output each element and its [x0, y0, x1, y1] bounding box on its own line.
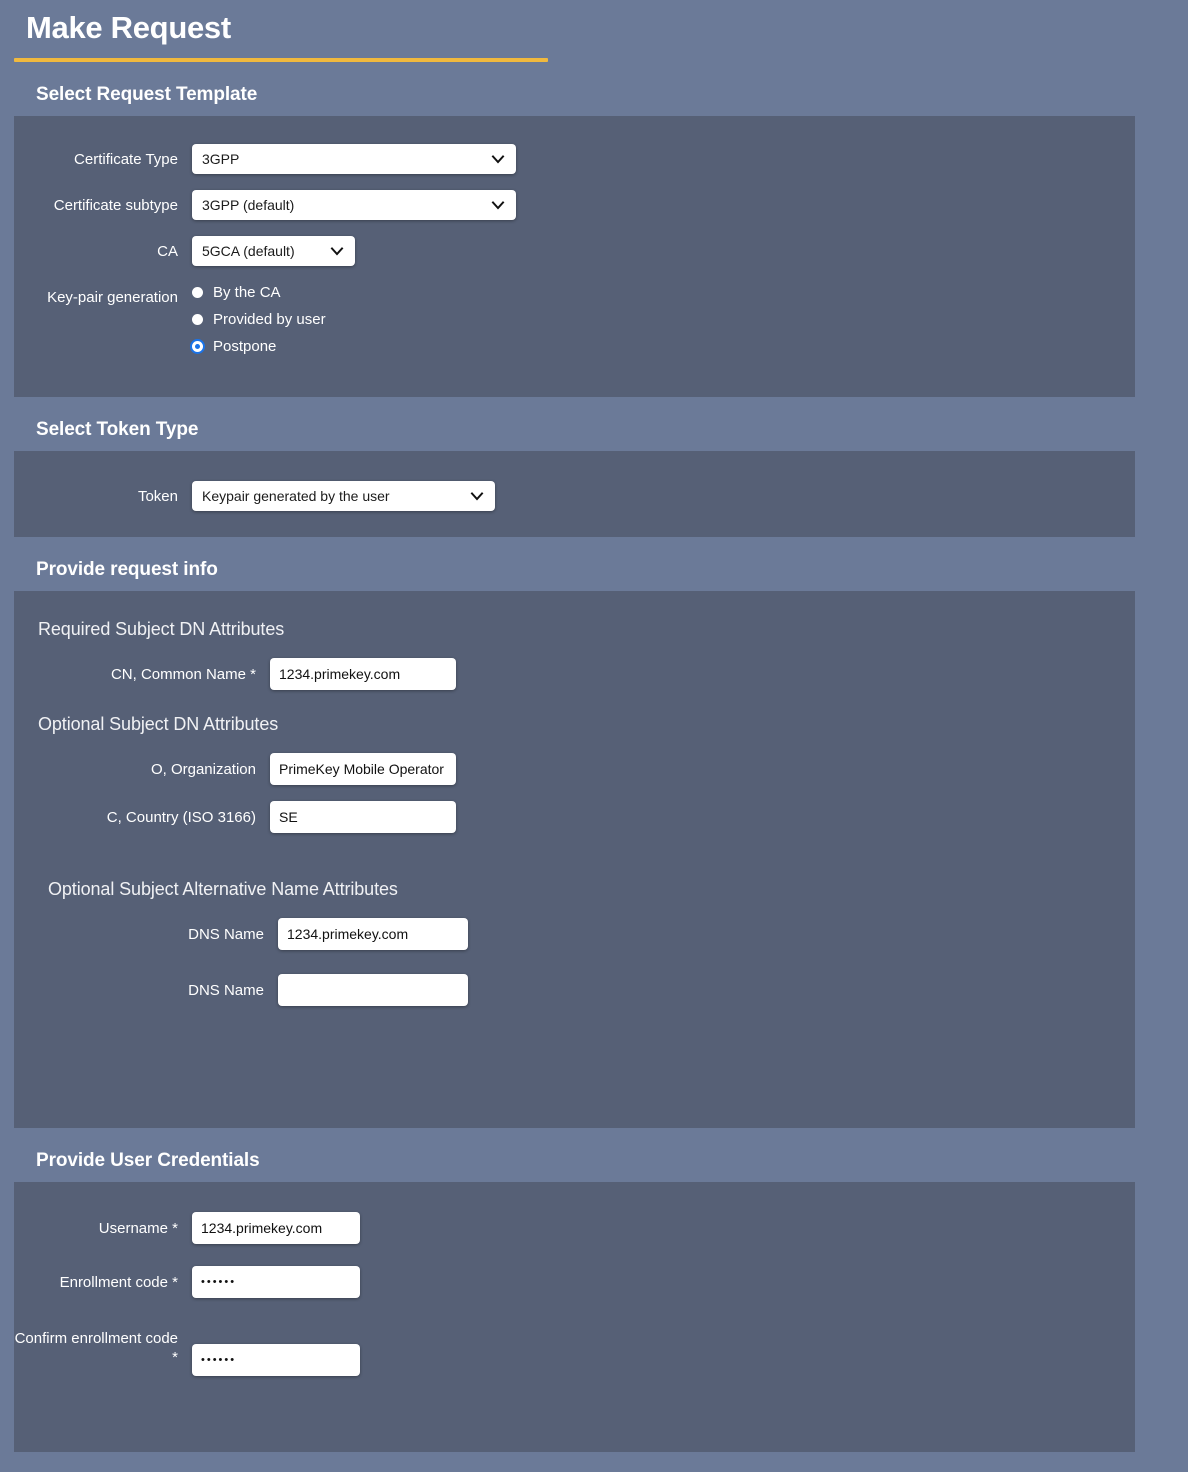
radio-by-the-ca-label: By the CA	[213, 284, 281, 301]
section-heading-credentials: Provide User Credentials	[36, 1150, 260, 1171]
dns-name-1-input[interactable]	[278, 918, 468, 950]
enrollment-code-value: ••••••	[201, 1276, 237, 1288]
ca-label: CA	[157, 242, 178, 260]
field-dns-name-1: DNS Name	[14, 918, 1135, 950]
radio-dot-icon	[192, 314, 203, 325]
country-label: C, Country (ISO 3166)	[106, 808, 256, 826]
certificate-type-label: Certificate Type	[74, 150, 178, 168]
panel-select-request-template: Certificate Type 3GPP Certificate subtyp…	[14, 116, 1135, 397]
token-value: Keypair generated by the user	[202, 488, 390, 504]
section-heading-template: Select Request Template	[36, 84, 258, 105]
panel-provide-request-info: Required Subject DN Attributes CN, Commo…	[14, 591, 1135, 1128]
chevron-down-icon	[490, 151, 506, 167]
ca-select[interactable]: 5GCA (default)	[192, 236, 355, 266]
chevron-down-icon	[329, 243, 345, 259]
field-key-pair-generation: Key-pair generation By the CA Provided b…	[14, 282, 1135, 355]
radio-by-the-ca[interactable]: By the CA	[192, 284, 326, 301]
panel-select-token-type: Token Keypair generated by the user	[14, 451, 1135, 537]
username-input[interactable]	[192, 1212, 360, 1244]
ca-value: 5GCA (default)	[202, 243, 295, 259]
dns-name-2-label: DNS Name	[188, 981, 264, 999]
confirm-enrollment-code-value: ••••••	[201, 1354, 237, 1366]
field-certificate-subtype: Certificate subtype 3GPP (default)	[14, 190, 1135, 220]
token-label: Token	[137, 487, 178, 505]
dns-name-1-label: DNS Name	[188, 925, 264, 943]
radio-provided-by-user[interactable]: Provided by user	[192, 311, 326, 328]
enrollment-code-label: Enrollment code *	[59, 1273, 178, 1291]
username-label: Username *	[98, 1219, 178, 1237]
section-heading-token: Select Token Type	[36, 419, 199, 440]
sub-heading-required-dn: Required Subject DN Attributes	[38, 619, 285, 639]
chevron-down-icon	[490, 197, 506, 213]
sub-heading-optional-san: Optional Subject Alternative Name Attrib…	[48, 879, 398, 899]
title-divider	[14, 58, 548, 62]
field-token: Token Keypair generated by the user	[14, 481, 1135, 511]
page-title-text: Make Request	[26, 10, 231, 45]
enrollment-code-input[interactable]: ••••••	[192, 1266, 360, 1298]
key-pair-generation-label: Key-pair generation	[47, 289, 178, 306]
organization-input[interactable]	[270, 753, 456, 785]
field-confirm-enrollment-code: Confirm enrollment code * ••••••	[14, 1320, 1135, 1376]
radio-dot-icon	[192, 287, 203, 298]
sub-heading-optional-dn: Optional Subject DN Attributes	[38, 714, 279, 734]
common-name-input[interactable]	[270, 658, 456, 690]
dns-name-2-input[interactable]	[278, 974, 468, 1006]
section-heading-request-info: Provide request info	[36, 559, 218, 580]
chevron-down-icon	[469, 488, 485, 504]
page-title: Make Request	[0, 0, 1188, 62]
confirm-enrollment-code-label: Confirm enrollment code *	[14, 1330, 178, 1366]
country-input[interactable]	[270, 801, 456, 833]
field-ca: CA 5GCA (default)	[14, 236, 1135, 266]
key-pair-generation-radio-group: By the CA Provided by user Postpone	[192, 282, 326, 355]
certificate-subtype-value: 3GPP (default)	[202, 197, 295, 213]
common-name-label: CN, Common Name *	[110, 665, 256, 683]
field-username: Username *	[14, 1212, 1135, 1244]
field-country: C, Country (ISO 3166)	[14, 801, 1135, 833]
panel-provide-user-credentials: Username * Enrollment code * •••••• Conf…	[14, 1182, 1135, 1452]
radio-postpone[interactable]: Postpone	[192, 338, 326, 355]
field-common-name: CN, Common Name *	[14, 658, 1135, 690]
certificate-type-value: 3GPP	[202, 151, 240, 167]
radio-postpone-label: Postpone	[213, 338, 277, 355]
field-organization: O, Organization	[14, 753, 1135, 785]
field-certificate-type: Certificate Type 3GPP	[14, 144, 1135, 174]
organization-label: O, Organization	[150, 760, 256, 778]
radio-dot-selected-icon	[192, 341, 203, 352]
radio-provided-by-user-label: Provided by user	[213, 311, 326, 328]
confirm-enrollment-code-input[interactable]: ••••••	[192, 1344, 360, 1376]
certificate-subtype-label: Certificate subtype	[53, 196, 178, 214]
certificate-subtype-select[interactable]: 3GPP (default)	[192, 190, 516, 220]
field-dns-name-2: DNS Name	[14, 974, 1135, 1006]
certificate-type-select[interactable]: 3GPP	[192, 144, 516, 174]
field-enrollment-code: Enrollment code * ••••••	[14, 1266, 1135, 1298]
token-select[interactable]: Keypair generated by the user	[192, 481, 495, 511]
